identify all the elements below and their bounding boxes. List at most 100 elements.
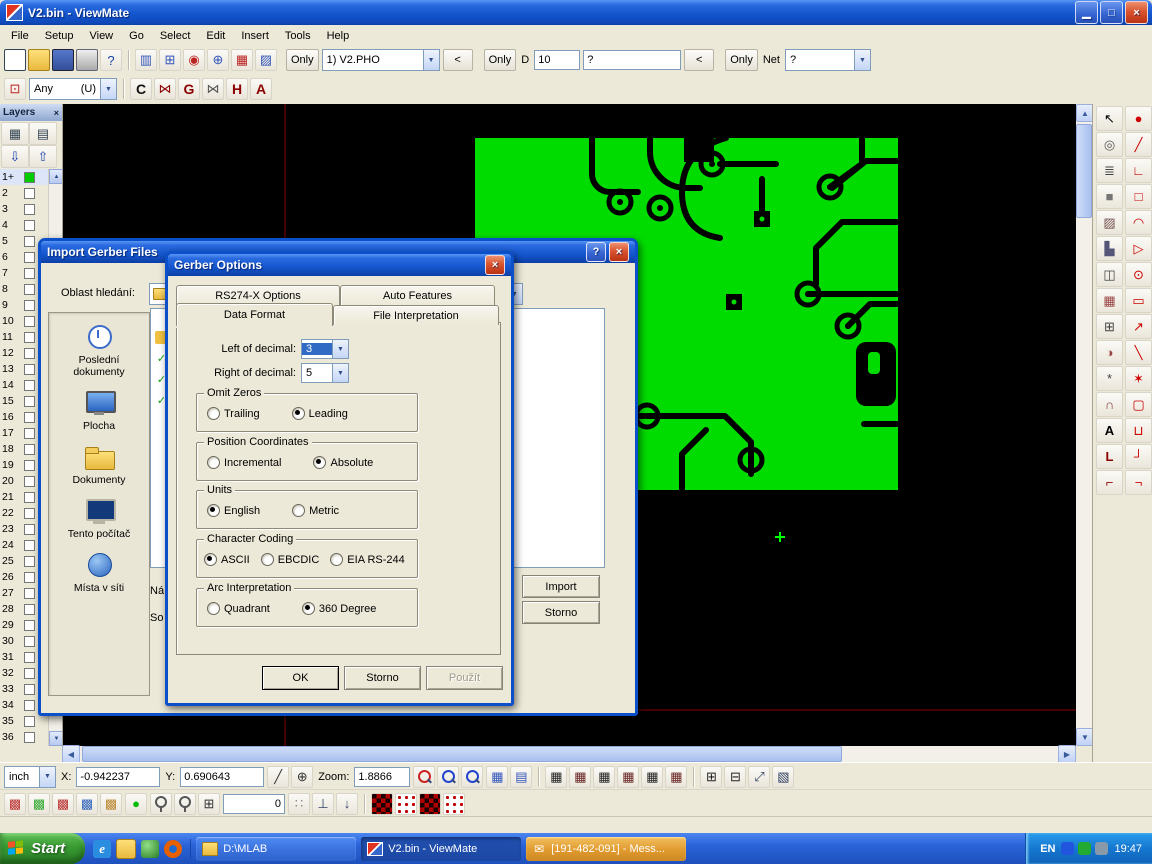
count-field[interactable]: 0 [223, 794, 285, 814]
new-file-icon[interactable] [4, 49, 26, 71]
probe-icon[interactable] [150, 793, 172, 815]
slash-tool-icon[interactable]: ╲ [1125, 340, 1152, 365]
dcode-input[interactable]: 10 [534, 50, 580, 70]
layer-table-icon[interactable]: ▦ [593, 766, 615, 788]
import-button[interactable]: Import [522, 575, 600, 598]
layer-color-swatch[interactable] [24, 732, 35, 743]
layer-color-swatch[interactable] [24, 524, 35, 535]
layer-color-swatch[interactable] [24, 364, 35, 375]
query-icon[interactable]: ▨ [255, 49, 277, 71]
move-layer-down-icon[interactable]: ⇩ [1, 145, 29, 168]
origin-anchor-icon[interactable]: ⊥ [312, 793, 334, 815]
swap-icon[interactable]: ⋈ [202, 78, 224, 100]
scroll-left-icon[interactable]: ◀ [62, 745, 80, 763]
rect-tool-icon[interactable]: □ [1125, 184, 1152, 209]
layer-color-swatch[interactable] [24, 332, 35, 343]
radio-360-degree[interactable]: 360 Degree [302, 602, 377, 615]
maximize-button[interactable]: □ [1100, 1, 1123, 24]
minimize-button[interactable]: ▁ [1075, 1, 1098, 24]
dimension-tool-icon[interactable]: L [1096, 444, 1123, 469]
layer-color-swatch[interactable] [24, 636, 35, 647]
layer-color-swatch[interactable] [24, 236, 35, 247]
dcode-table-icon[interactable]: ▦ [545, 766, 567, 788]
layer-row[interactable]: 4 [0, 217, 48, 233]
layer-color-swatch[interactable] [24, 620, 35, 631]
radio-ebcdic[interactable]: EBCDIC [261, 553, 320, 566]
vertical-scrollbar[interactable]: ▲ ▼ [1076, 104, 1092, 746]
rotate-tool-icon[interactable]: ∩ [1096, 392, 1123, 417]
layer-color-swatch[interactable] [24, 300, 35, 311]
only-dcode-button[interactable]: Only [484, 49, 517, 71]
layer-combo[interactable]: 1) V2.PHO ▼ [322, 49, 440, 71]
layer-color-swatch[interactable] [24, 684, 35, 695]
tray-display-icon[interactable] [1095, 842, 1108, 855]
tray-antivirus-icon[interactable] [1078, 842, 1091, 855]
edit-table-icon[interactable]: ▧ [772, 766, 794, 788]
left-of-decimal-combo[interactable]: 3 ▼ [301, 339, 349, 359]
drill-pattern-icon[interactable]: ▩ [76, 793, 98, 815]
triangle-tool-icon[interactable]: ▷ [1125, 236, 1152, 261]
layer-row[interactable]: 1+ [0, 169, 48, 185]
cancel-button[interactable]: Storno [344, 666, 421, 690]
vscrollbar-thumb[interactable] [1076, 124, 1092, 218]
layer-grid-icon[interactable]: ▤ [29, 122, 57, 145]
grid-snap-icon[interactable]: ▤ [510, 766, 532, 788]
dcode-filter-input[interactable]: ? [583, 50, 681, 70]
explorer-folder-icon[interactable] [116, 839, 136, 859]
horizontal-scrollbar[interactable]: ◀ ▶ [62, 746, 1076, 762]
radio-metric[interactable]: Metric [292, 504, 339, 517]
place-network[interactable]: Místa v síti [52, 551, 146, 594]
layer-color-swatch[interactable] [24, 348, 35, 359]
close-icon[interactable]: × [54, 108, 59, 118]
negative-view-icon[interactable] [371, 793, 393, 815]
tab-data-format[interactable]: Data Format [176, 303, 333, 326]
net-table-icon[interactable]: ▦ [617, 766, 639, 788]
chevron-down-icon[interactable]: ▼ [332, 364, 348, 382]
dot-grid-icon[interactable]: ∷ [288, 793, 310, 815]
layer-color-swatch[interactable] [24, 716, 35, 727]
notch-tool-icon[interactable]: ⊔ [1125, 418, 1152, 443]
radio-ascii[interactable]: ASCII [204, 553, 250, 566]
layer-color-swatch[interactable] [24, 460, 35, 471]
highlight-icon[interactable]: ◉ [183, 49, 205, 71]
route-tool-icon[interactable]: ↗ [1125, 314, 1152, 339]
menu-setup[interactable]: Setup [37, 28, 82, 44]
layer-color-swatch[interactable] [24, 204, 35, 215]
hatch-tool-icon[interactable]: ▨ [1096, 210, 1123, 235]
arc-tool-icon[interactable]: ◠ [1125, 210, 1152, 235]
menu-view[interactable]: View [81, 28, 121, 44]
place-documents[interactable]: Dokumenty [52, 443, 146, 486]
center-view-icon[interactable]: ⊕ [207, 49, 229, 71]
report-table-icon[interactable]: ▦ [665, 766, 687, 788]
radio-english[interactable]: English [207, 504, 260, 517]
any-filter-combo[interactable]: Any (U) ▼ [29, 78, 117, 100]
layer-color-swatch[interactable] [24, 412, 35, 423]
unit-combo[interactable]: inch ▼ [4, 766, 56, 788]
layer-color-swatch[interactable] [24, 556, 35, 567]
flip-icon[interactable]: ⋈ [154, 78, 176, 100]
polyline-tool-icon[interactable]: ∟ [1125, 158, 1152, 183]
zoom-window-icon[interactable] [437, 766, 459, 788]
negative-alt-icon[interactable] [419, 793, 441, 815]
layer-color-swatch[interactable] [24, 268, 35, 279]
ie-icon[interactable]: e [93, 840, 111, 858]
layer-row[interactable]: 3 [0, 201, 48, 217]
menu-edit[interactable]: Edit [198, 28, 233, 44]
radio-absolute[interactable]: Absolute [313, 456, 373, 469]
grid-small-icon[interactable]: ⊞ [198, 793, 220, 815]
only-net-button[interactable]: Only [725, 49, 758, 71]
help-button[interactable]: ? [586, 242, 606, 262]
gear-tool-icon[interactable]: * [1096, 366, 1123, 391]
close-button[interactable]: × [1125, 1, 1148, 24]
film-grid-icon[interactable]: ▦ [231, 49, 253, 71]
layer-color-swatch[interactable] [24, 476, 35, 487]
gerber-g-icon[interactable]: G [178, 78, 200, 100]
scroll-right-icon[interactable]: ▶ [1058, 745, 1076, 763]
layer-color-swatch[interactable] [24, 444, 35, 455]
dots-alt-icon[interactable] [443, 793, 465, 815]
corner-tool-icon[interactable]: ⌐ [1096, 470, 1123, 495]
net-combo[interactable]: ? ▼ [785, 49, 871, 71]
zoom-in-icon[interactable] [413, 766, 435, 788]
tool-table-icon[interactable]: ▦ [641, 766, 663, 788]
line-tool-icon[interactable]: ╱ [1125, 132, 1152, 157]
